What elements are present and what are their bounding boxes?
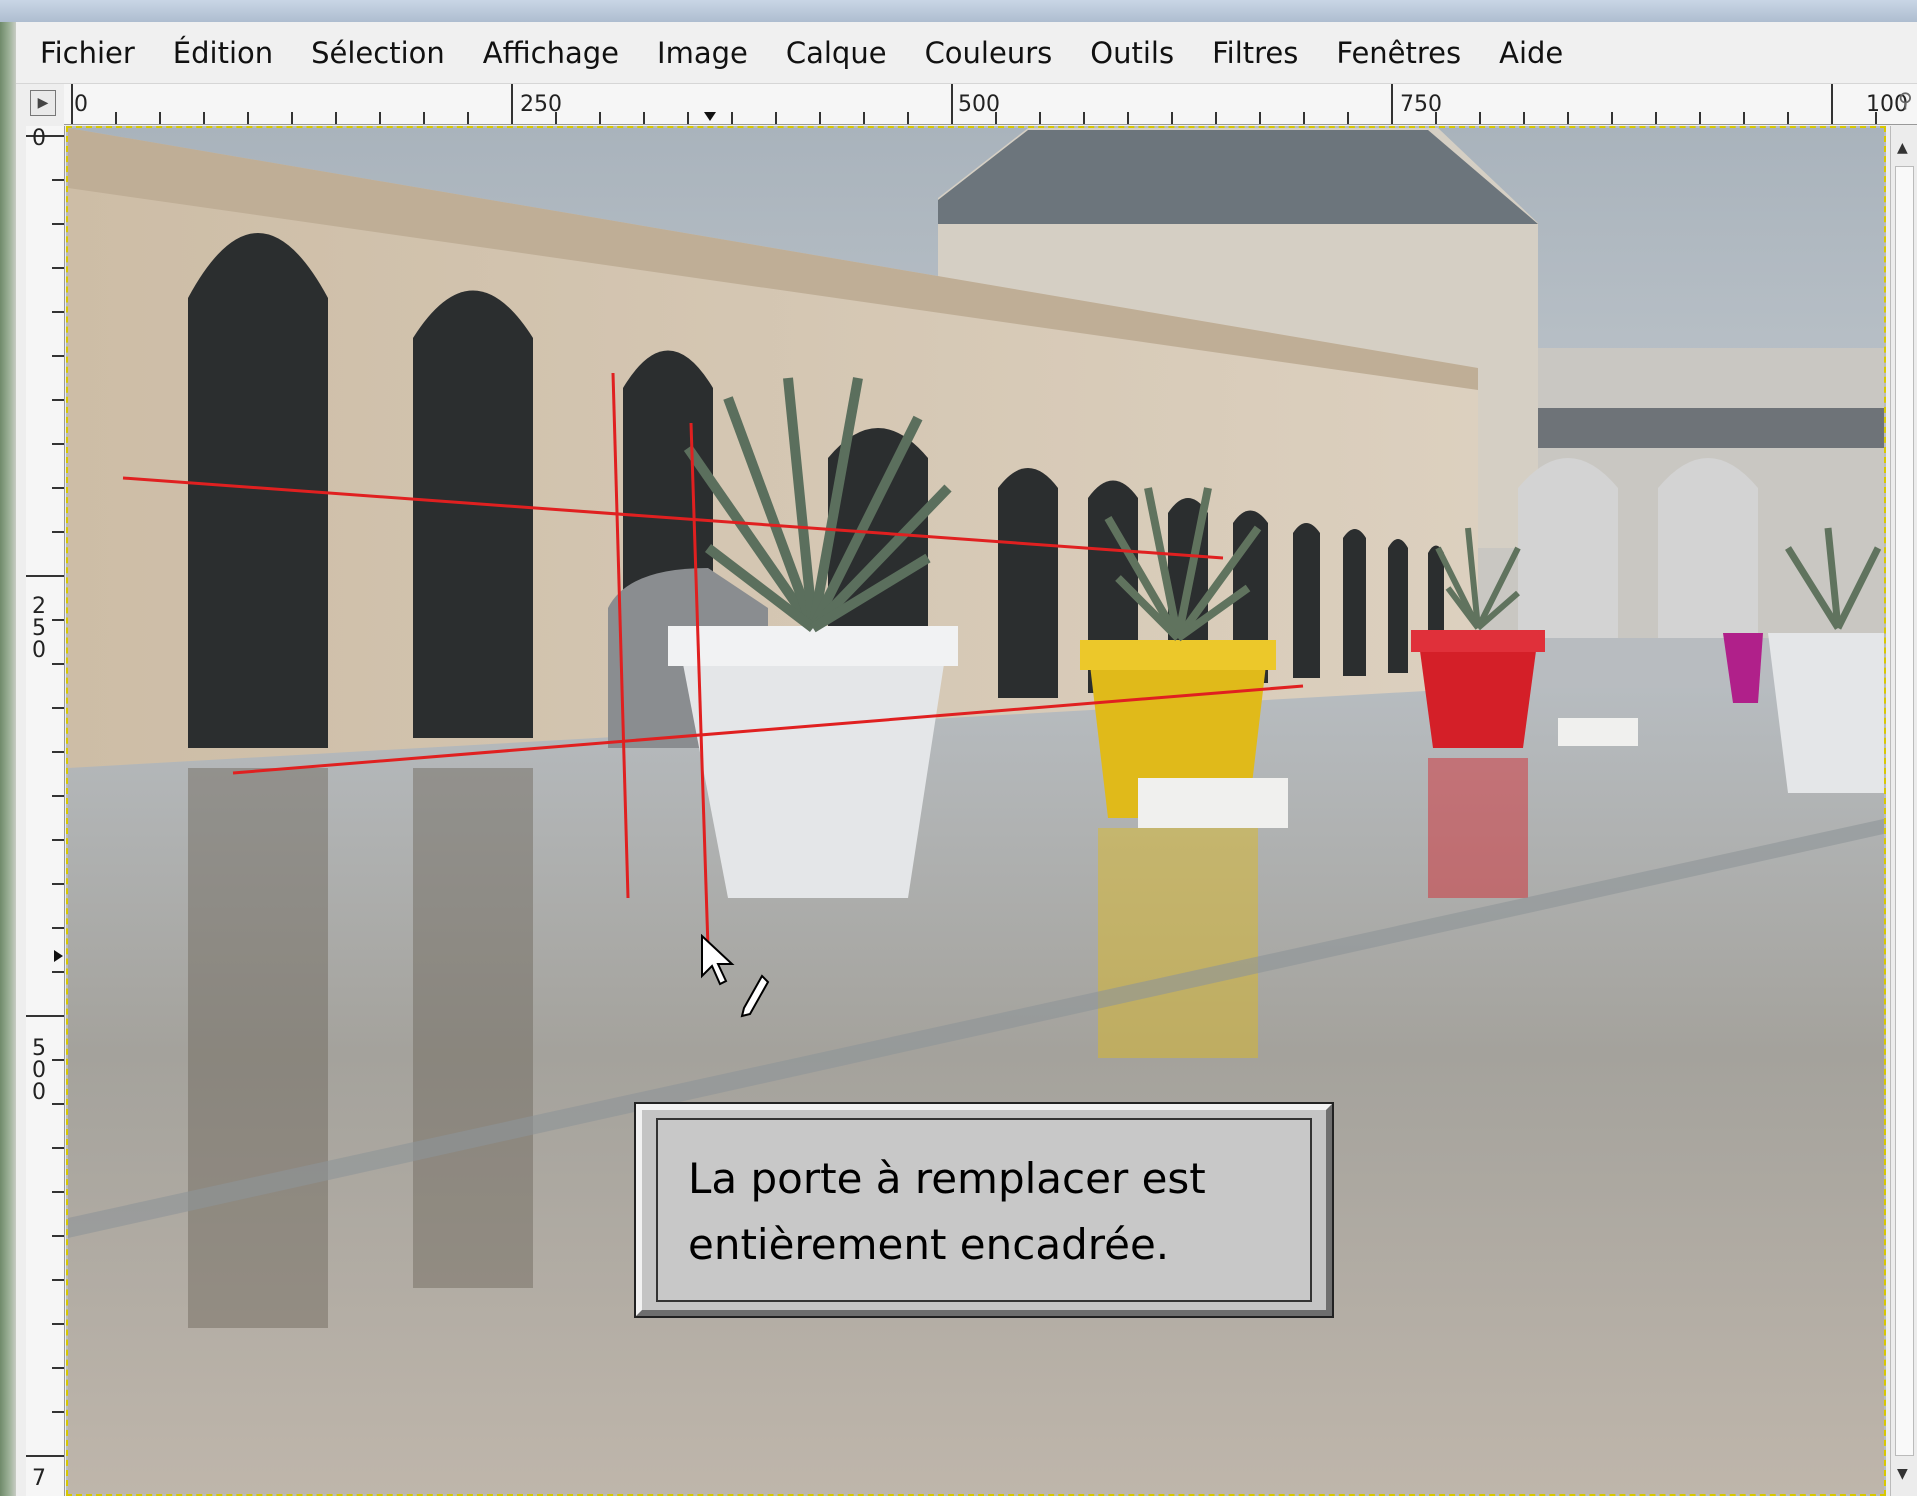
menu-couleurs[interactable]: Couleurs — [925, 36, 1053, 70]
quick-mask-toggle-button[interactable]: ▶ — [30, 90, 56, 116]
hruler-label-500: 500 — [958, 92, 1000, 117]
scroll-down-arrow-icon[interactable]: ▼ — [1897, 1466, 1908, 1482]
message-line-1: La porte à remplacer est — [688, 1154, 1206, 1203]
play-triangle-icon: ▶ — [37, 95, 49, 111]
vruler-label-750: 7 — [32, 1466, 46, 1491]
vruler-label-0: 0 — [32, 126, 46, 151]
menu-calque[interactable]: Calque — [786, 36, 887, 70]
paint-tool-icon — [740, 974, 770, 1018]
vruler-label-500: 500 — [32, 1036, 46, 1105]
menu-edition[interactable]: Édition — [173, 36, 273, 70]
vertical-ruler-ticks — [26, 135, 64, 1457]
hruler-label-750: 750 — [1400, 92, 1442, 117]
hruler-label-250: 250 — [520, 92, 562, 117]
vertical-ruler[interactable]: 0 250 500 7 — [26, 126, 65, 1496]
horizontal-ruler[interactable]: 0 250 500 750 100 — [64, 84, 1917, 125]
vruler-label-250: 250 — [32, 594, 46, 663]
window-title-strip — [0, 0, 1917, 22]
menu-affichage[interactable]: Affichage — [483, 36, 619, 70]
desktop-left-edge — [0, 22, 16, 1496]
gimp-image-window: Fichier Édition Sélection Affichage Imag… — [16, 22, 1917, 1496]
scroll-up-arrow-icon[interactable]: ▲ — [1897, 140, 1908, 156]
message-text: La porte à remplacer est entièrement enc… — [688, 1146, 1280, 1278]
vertical-scrollbar[interactable]: ▲ ▼ — [1890, 126, 1917, 1496]
pointer-position-marker-icon — [54, 950, 63, 962]
arrow-cursor-icon — [701, 934, 735, 986]
menu-selection[interactable]: Sélection — [311, 36, 445, 70]
hruler-label-0: 0 — [74, 92, 88, 117]
menu-aide[interactable]: Aide — [1499, 36, 1563, 70]
menu-image[interactable]: Image — [657, 36, 748, 70]
scrollbar-thumb[interactable] — [1895, 166, 1914, 1456]
message-box: La porte à remplacer est entièrement enc… — [634, 1102, 1334, 1318]
zoom-magnifier-icon[interactable]: ⚲ — [1898, 88, 1917, 118]
menubar: Fichier Édition Sélection Affichage Imag… — [16, 22, 1917, 84]
message-line-2: entièrement encadrée. — [688, 1220, 1170, 1269]
menu-fenetres[interactable]: Fenêtres — [1336, 36, 1461, 70]
pointer-position-marker-icon — [704, 112, 716, 121]
message-box-inner: La porte à remplacer est entièrement enc… — [656, 1118, 1312, 1302]
menu-filtres[interactable]: Filtres — [1212, 36, 1298, 70]
menu-outils[interactable]: Outils — [1090, 36, 1174, 70]
menu-fichier[interactable]: Fichier — [40, 36, 135, 70]
